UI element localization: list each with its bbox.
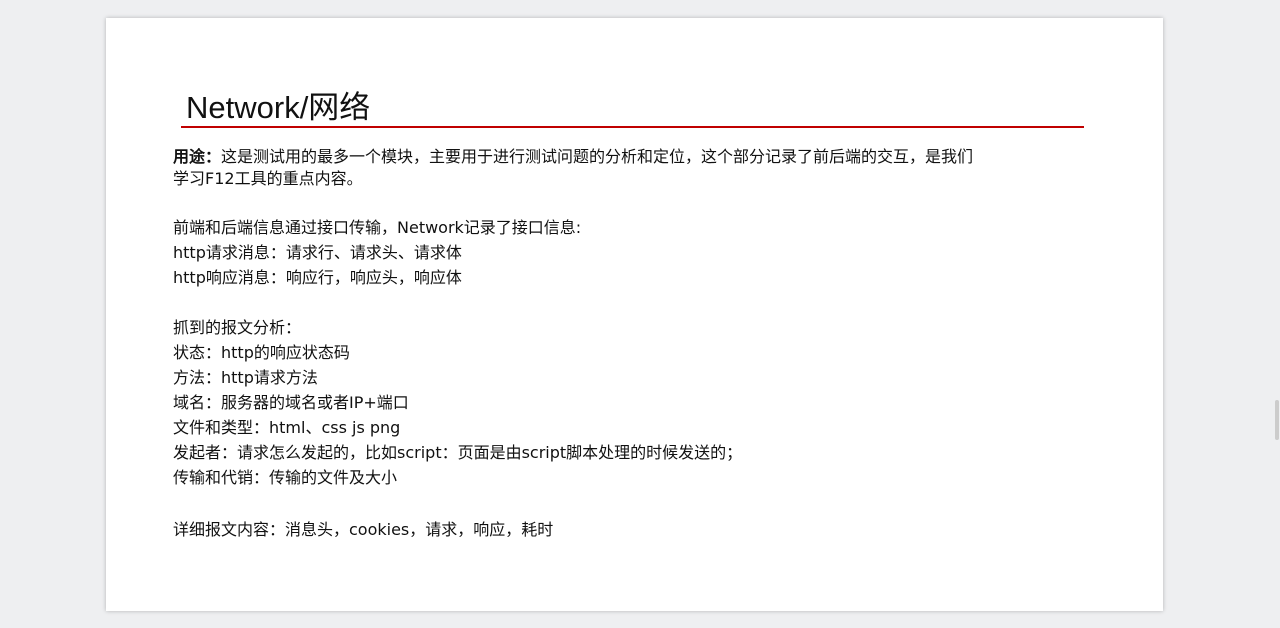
text-line: 方法：http请求方法	[173, 368, 318, 387]
title-divider	[181, 126, 1084, 128]
text-line: http响应消息：响应行，响应头，响应体	[173, 268, 462, 287]
usage-line-2: 学习F12工具的重点内容。	[173, 169, 363, 188]
text-line: 详细报文内容：消息头，cookies，请求，响应，耗时	[173, 520, 554, 539]
text-line: 前端和后端信息通过接口传输，Network记录了接口信息:	[173, 218, 582, 237]
text-line: 传输和代销：传输的文件及大小	[173, 468, 398, 487]
text-line: 文件和类型：html、css js png	[173, 418, 401, 437]
text-line: 抓到的报文分析：	[173, 318, 302, 337]
text-line: http请求消息：请求行、请求头、请求体	[173, 243, 462, 262]
scrollbar-thumb[interactable]	[1275, 400, 1279, 440]
slide: Network/网络 用途：这是测试用的最多一个模块，主要用于进行测试问题的分析…	[106, 18, 1163, 611]
text-line: 状态：http的响应状态码	[173, 343, 350, 362]
usage-line-1: 用途：这是测试用的最多一个模块，主要用于进行测试问题的分析和定位，这个部分记录了…	[173, 147, 973, 167]
slide-title: Network/网络	[186, 90, 371, 125]
text-line: 发起者：请求怎么发起的，比如script：页面是由script脚本处理的时候发送…	[173, 443, 743, 462]
usage-label: 用途：	[173, 147, 222, 166]
usage-text: 这是测试用的最多一个模块，主要用于进行测试问题的分析和定位，这个部分记录了前后端…	[221, 147, 974, 166]
text-line: 域名：服务器的域名或者IP+端口	[173, 393, 409, 412]
